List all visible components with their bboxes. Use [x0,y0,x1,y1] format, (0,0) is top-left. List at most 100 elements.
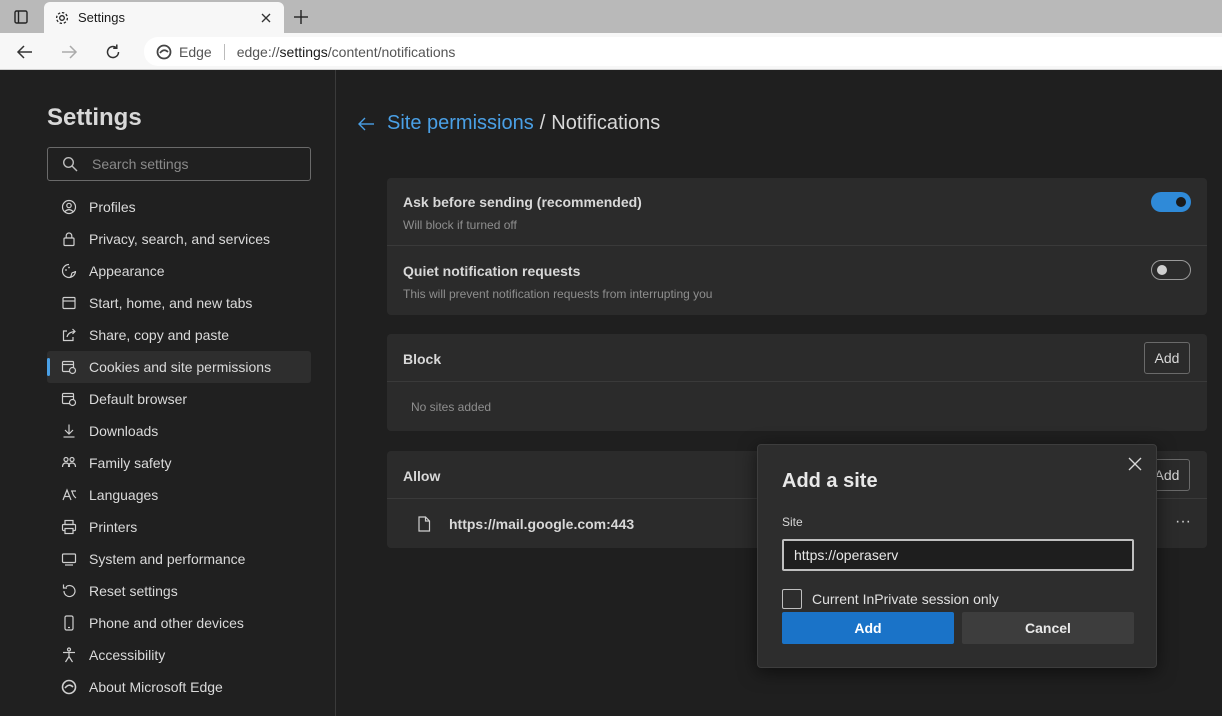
refresh-button[interactable] [100,39,126,65]
sidebar-item-label: Cookies and site permissions [89,359,272,375]
default-browser-icon [61,391,77,407]
sidebar-item-label: About Microsoft Edge [89,679,223,695]
sidebar-item-about[interactable]: About Microsoft Edge [47,671,311,703]
share-icon [61,327,77,343]
sidebar-item-label: Languages [89,487,159,503]
dialog-add-button[interactable]: Add [782,612,954,644]
tab-close-button[interactable] [258,10,274,26]
reset-icon [61,583,77,599]
sidebar-item-accessibility[interactable]: Accessibility [47,639,311,671]
address-bar[interactable]: Edge edge://settings/content/notificatio… [144,37,1222,66]
lock-icon [61,231,77,247]
tab-actions-button[interactable] [8,6,34,28]
sidebar-item-label: Start, home, and new tabs [89,295,253,311]
sidebar-item-cookies[interactable]: Cookies and site permissions [47,351,311,383]
sidebar-item-label: System and performance [89,551,246,567]
system-icon [61,551,77,567]
sidebar-item-downloads[interactable]: Downloads [47,415,311,447]
tab-actions-icon [14,10,28,24]
setting-row-ask-before-sending: Ask before sending (recommended) Will bl… [387,178,1207,246]
tab-title: Settings [78,10,125,25]
refresh-icon [106,44,120,59]
block-card: Block Add No sites added [387,334,1207,431]
setting-title: Ask before sending (recommended) [403,194,642,210]
dialog-close-button[interactable] [1126,455,1144,473]
search-icon [62,156,78,172]
back-button[interactable] [12,39,38,65]
arrow-left-icon [358,117,374,130]
url-host: settings [279,43,328,60]
sidebar-item-label: Downloads [89,423,159,439]
inprivate-checkbox[interactable] [782,589,802,609]
setting-subtitle: Will block if turned off [403,218,517,232]
search-input[interactable] [92,156,292,172]
cookies-icon [61,359,77,375]
gear-icon [55,11,69,24]
sidebar-item-label: Privacy, search, and services [89,231,271,247]
plus-icon [294,10,308,24]
ask-before-sending-toggle[interactable] [1151,192,1191,212]
tab-strip: Settings [0,0,1222,33]
sidebar-item-phone[interactable]: Phone and other devices [47,607,311,639]
home-tabs-icon [61,295,77,311]
search-box[interactable] [47,147,311,181]
sidebar-item-label: Share, copy and paste [89,327,230,343]
quiet-requests-toggle[interactable] [1151,260,1191,280]
url-prefix: edge:// [236,43,280,60]
sidebar-item-printers[interactable]: Printers [47,511,311,543]
tab-settings[interactable]: Settings [44,2,284,33]
new-tab-button[interactable] [290,6,312,28]
setting-row-quiet-requests: Quiet notification requests This will pr… [387,246,1207,315]
site-input[interactable] [782,539,1134,571]
breadcrumb-site-permissions-link[interactable]: Site permissions [387,112,534,135]
sidebar-item-privacy[interactable]: Privacy, search, and services [47,223,311,255]
phone-icon [61,615,77,631]
block-empty-row: No sites added [387,382,1207,431]
sidebar-item-label: Accessibility [89,647,166,663]
inprivate-checkbox-row[interactable]: Current InPrivate session only [782,589,999,609]
sidebar-item-label: Printers [89,519,138,535]
sidebar-item-start-home[interactable]: Start, home, and new tabs [47,287,311,319]
notification-settings-card: Ask before sending (recommended) Will bl… [387,178,1207,315]
settings-sidebar: Settings Profiles Privacy, search, and s… [0,70,336,716]
sidebar-item-label: Family safety [89,455,172,471]
setting-title: Quiet notification requests [403,263,581,279]
edge-logo-icon [156,44,172,59]
breadcrumb-back-button[interactable] [355,113,377,135]
sidebar-item-languages[interactable]: Languages [47,479,311,511]
printer-icon [61,519,77,535]
arrow-right-icon [62,45,78,59]
forward-button[interactable] [56,39,82,65]
site-field-label: Site [782,515,803,529]
breadcrumb: Site permissions / Notifications [355,112,660,135]
family-icon [61,455,77,471]
url-path: /content/notifications [327,43,456,60]
sidebar-item-reset[interactable]: Reset settings [47,575,311,607]
sidebar-title: Settings [47,104,142,131]
address-url: edge://settings/content/notifications [237,44,456,60]
page-icon [418,515,431,532]
block-empty-text: No sites added [411,400,492,414]
sidebar-item-default-browser[interactable]: Default browser [47,383,311,415]
setting-subtitle: This will prevent notification requests … [403,287,713,301]
block-add-button[interactable]: Add [1144,342,1190,374]
download-icon [61,423,77,439]
breadcrumb-separator: / [539,112,546,134]
more-options-button[interactable]: ··· [1175,513,1191,531]
browser-toolbar: Edge edge://settings/content/notificatio… [0,33,1222,70]
sidebar-item-profiles[interactable]: Profiles [47,191,311,223]
block-title: Block [403,351,442,367]
sidebar-item-system[interactable]: System and performance [47,543,311,575]
sidebar-item-family-safety[interactable]: Family safety [47,447,311,479]
accessibility-icon [61,647,77,663]
close-icon [261,13,271,22]
block-header: Block Add [387,334,1207,382]
address-edge-label: Edge [179,43,212,60]
sidebar-item-share[interactable]: Share, copy and paste [47,319,311,351]
sidebar-item-label: Appearance [89,263,165,279]
sidebar-item-label: Default browser [89,391,188,407]
dialog-cancel-button[interactable]: Cancel [962,612,1134,644]
allow-site-url: https://mail.google.com:443 [449,515,635,532]
sidebar-nav: Profiles Privacy, search, and services A… [47,191,311,703]
sidebar-item-appearance[interactable]: Appearance [47,255,311,287]
